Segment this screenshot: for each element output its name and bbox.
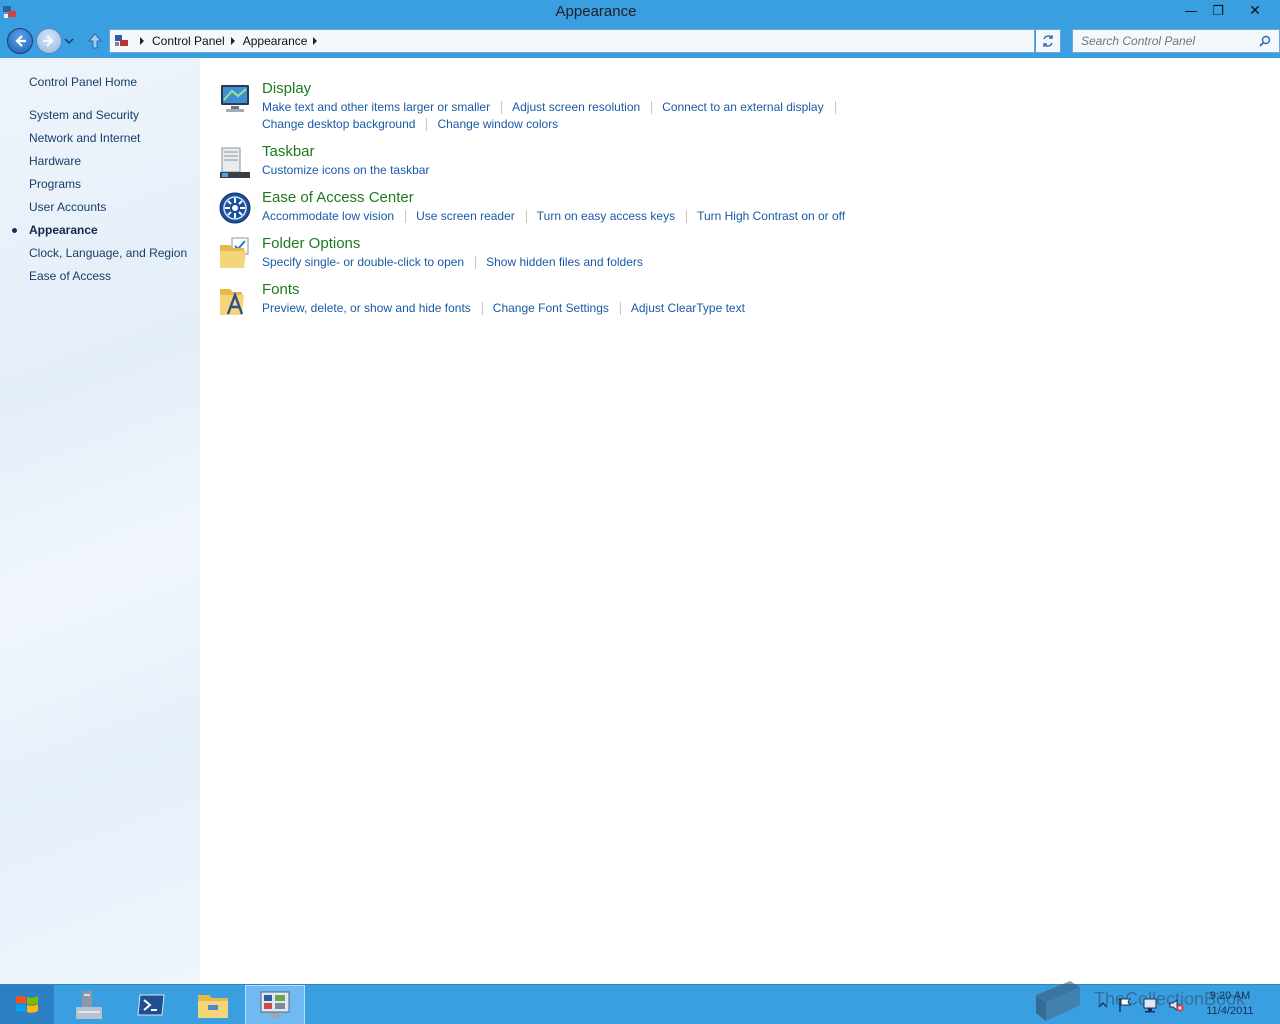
breadcrumb-separator-icon[interactable] [230,37,235,45]
breadcrumb-control-panel[interactable]: Control Panel [152,34,225,48]
action-center-flag-icon[interactable] [1118,997,1132,1013]
volume-muted-icon[interactable] [1168,997,1184,1013]
link-separator [651,100,653,114]
link-separator [525,209,527,223]
link-adjust-screen-resolution[interactable]: Adjust screen resolution [512,100,640,114]
forward-arrow-icon [43,35,54,47]
sidebar-item-programs[interactable]: Programs [29,177,81,191]
breadcrumb-separator-icon[interactable] [313,37,318,45]
link-separator [405,209,407,223]
ease-of-access-center-title[interactable]: Ease of Access Center [262,189,414,206]
taskbar-clock[interactable]: 9:20 AM 11/4/2011 [1190,989,1270,1019]
close-button[interactable]: ✕ [1240,0,1270,22]
sidebar-item-network-and-internet[interactable]: Network and Internet [29,131,140,145]
system-tray [1098,997,1184,1013]
recent-locations-dropdown-icon[interactable] [64,36,74,46]
back-button[interactable] [7,28,33,54]
sidebar-item-system-and-security[interactable]: System and Security [29,108,139,122]
restore-button[interactable]: ❐ [1204,0,1232,22]
show-hidden-icons-icon[interactable] [1098,1000,1108,1010]
link-adjust-cleartype[interactable]: Adjust ClearType text [631,301,745,315]
link-single-double-click[interactable]: Specify single- or double-click to open [262,255,464,269]
powershell-icon [137,994,165,1016]
control-panel-location-icon [115,35,128,46]
forward-button[interactable] [36,28,62,54]
folder-options-title[interactable]: Folder Options [262,235,360,252]
display-icon[interactable] [218,82,252,116]
link-make-text-larger[interactable]: Make text and other items larger or smal… [262,100,490,114]
link-high-contrast[interactable]: Turn High Contrast on or off [697,209,845,223]
link-change-font-settings[interactable]: Change Font Settings [493,301,609,315]
sidebar-control-panel-home[interactable]: Control Panel Home [29,75,137,89]
back-arrow-icon [15,35,26,47]
link-use-screen-reader[interactable]: Use screen reader [416,209,515,223]
link-accommodate-low-vision[interactable]: Accommodate low vision [262,209,394,223]
breadcrumb: Control Panel Appearance [134,30,325,52]
link-separator [475,255,477,269]
control-panel-icon [260,991,290,1018]
ease-of-access-links-row: Accommodate low vision Use screen reader… [262,209,845,223]
folder-options-links-row: Specify single- or double-click to open … [262,255,643,269]
file-explorer-icon [198,995,228,1018]
windows-taskbar: TheCollectionBook 9:20 AM 11/4/2011 [0,981,1280,1024]
taskbar-control-panel-button[interactable] [245,985,305,1024]
link-show-hidden-files[interactable]: Show hidden files and folders [486,255,643,269]
taskbar-title[interactable]: Taskbar [262,143,315,160]
sidebar-item-hardware[interactable]: Hardware [29,154,81,168]
main-content: Display Make text and other items larger… [200,58,1280,984]
display-links-row-2: Change desktop background Change window … [262,117,558,131]
minimize-button[interactable]: — [1177,0,1205,22]
sidebar-item-ease-of-access[interactable]: Ease of Access [29,269,111,283]
refresh-icon [1043,35,1053,47]
refresh-button[interactable] [1036,29,1061,53]
windows-logo-icon [16,996,38,1013]
display-links-row-1: Make text and other items larger or smal… [262,100,846,114]
link-separator [481,301,483,315]
link-connect-external-display[interactable]: Connect to an external display [662,100,823,114]
sidebar-item-clock-language-region[interactable]: Clock, Language, and Region [29,246,187,260]
current-item-bullet-icon [12,228,17,233]
book-watermark-icon [1036,981,1080,1021]
title-bar: Appearance — ❐ ✕ [0,0,1280,24]
ease-of-access-icon[interactable] [218,191,252,225]
sidebar-item-appearance[interactable]: Appearance [29,223,98,237]
folder-options-icon[interactable] [218,237,252,271]
clock-time: 9:20 AM [1209,990,1251,1002]
link-customize-taskbar-icons[interactable]: Customize icons on the taskbar [262,163,429,177]
search-icon[interactable] [1259,35,1271,47]
fonts-title[interactable]: Fonts [262,281,300,298]
breadcrumb-separator-icon[interactable] [140,37,144,45]
server-manager-icon [76,991,102,1019]
link-separator [834,100,836,114]
link-separator [686,209,688,223]
sidebar: Control Panel Home System and Security N… [0,58,200,984]
link-separator [619,301,621,315]
link-separator [426,117,428,131]
navigation-bar: Control Panel Appearance [0,24,1280,58]
link-change-desktop-background[interactable]: Change desktop background [262,117,415,131]
network-icon[interactable] [1142,997,1158,1013]
start-button[interactable] [0,985,54,1024]
link-separator [501,100,503,114]
fonts-links-row: Preview, delete, or show and hide fonts … [262,301,745,315]
clock-date: 11/4/2011 [1206,1005,1254,1017]
taskbar-links-row: Customize icons on the taskbar [262,163,429,177]
taskbar-file-explorer-button[interactable] [183,985,243,1024]
display-title[interactable]: Display [262,80,311,97]
link-easy-access-keys[interactable]: Turn on easy access keys [537,209,675,223]
address-bar[interactable]: Control Panel Appearance [109,29,1137,53]
fonts-icon[interactable] [218,283,252,317]
window-title: Appearance [555,3,637,20]
up-arrow-icon[interactable] [87,32,103,50]
taskbar-server-manager-button[interactable] [59,985,119,1024]
breadcrumb-appearance[interactable]: Appearance [243,34,308,48]
link-preview-delete-fonts[interactable]: Preview, delete, or show and hide fonts [262,301,471,315]
link-change-window-colors[interactable]: Change window colors [437,117,558,131]
taskbar-powershell-button[interactable] [121,985,181,1024]
search-input[interactable] [1081,32,1251,50]
search-box[interactable] [1072,29,1280,53]
sidebar-item-user-accounts[interactable]: User Accounts [29,200,106,214]
taskbar-icon[interactable] [218,146,252,180]
